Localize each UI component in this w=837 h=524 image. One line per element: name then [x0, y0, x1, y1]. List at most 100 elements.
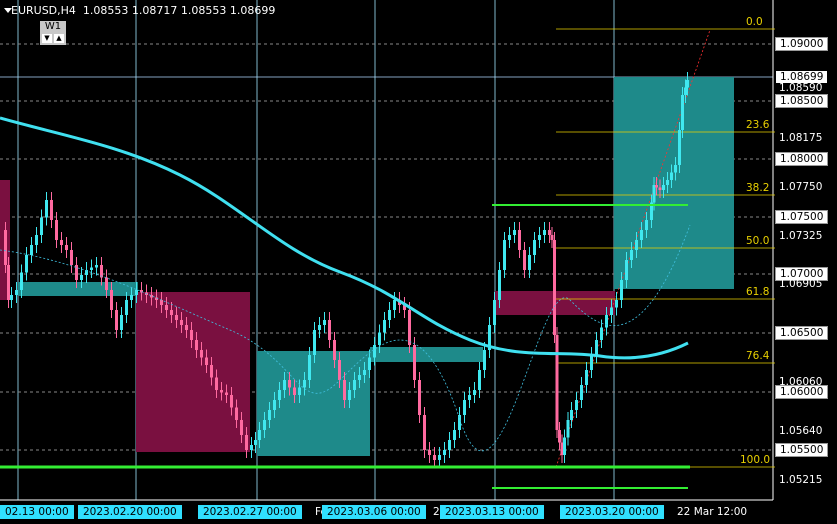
time-label: 2023.02.20 00:00 [78, 505, 182, 519]
candle-body [383, 320, 386, 333]
price-label: 1.08175 [779, 132, 823, 144]
candle-body [555, 335, 559, 430]
candle-body [303, 380, 306, 388]
candle-body [70, 250, 73, 265]
candle-body [328, 320, 331, 340]
candle-body [333, 340, 336, 360]
candle-body [433, 455, 436, 460]
price-label: 1.07500 [775, 210, 829, 224]
candle-body [508, 235, 511, 240]
price-label: 1.07325 [779, 230, 823, 242]
candle-body [250, 445, 253, 450]
candle-body [605, 315, 608, 328]
candle-body [55, 220, 58, 240]
candle-body [10, 295, 13, 300]
candle-body [175, 315, 178, 320]
candle-body [348, 390, 351, 400]
candle-body [473, 390, 476, 395]
price-label: 1.06500 [775, 326, 829, 340]
fib-label: 0.0 [746, 16, 763, 28]
fib-label: 76.4 [746, 350, 770, 362]
candle-body [580, 385, 583, 400]
candle-body [423, 415, 426, 450]
price-label: 1.06905 [779, 278, 823, 290]
zone-rectangle [18, 282, 138, 296]
candle-body [413, 345, 416, 380]
candle-body [458, 415, 461, 430]
candle-body [523, 250, 526, 270]
candle-body [635, 240, 638, 250]
candle-body [373, 345, 376, 358]
candle-body [25, 255, 28, 273]
fib-label: 61.8 [746, 286, 770, 298]
candle-body [553, 240, 556, 335]
candle-body [268, 410, 271, 420]
fib-label: 100.0 [740, 454, 771, 466]
ohlc-values: 1.08553 1.08717 1.08553 1.08699 [82, 4, 276, 17]
candle-body [95, 265, 98, 268]
time-label: 02.13 00:00 [0, 505, 74, 519]
candle-body [240, 420, 243, 435]
candle-body [566, 420, 570, 438]
candle-body [533, 240, 536, 255]
candle-body [652, 185, 656, 203]
candle-body [513, 230, 516, 235]
candle-body [215, 377, 218, 390]
price-label: 1.08590 [779, 82, 823, 94]
candle-body [313, 330, 316, 355]
candle-body [110, 290, 113, 310]
candle-body [686, 80, 689, 88]
candle-body [684, 87, 687, 95]
candle-body [195, 340, 198, 350]
candle-body [254, 440, 257, 445]
candle-body [245, 435, 248, 450]
candle-body [630, 250, 633, 260]
candle-body [90, 267, 93, 270]
candle-body [543, 230, 546, 235]
candle-body [323, 320, 326, 325]
candle-body [45, 200, 48, 218]
candle-body [50, 200, 53, 220]
candle-body [478, 370, 481, 390]
timeframe-up-icon[interactable]: ▲ [54, 34, 64, 43]
candle-body [308, 355, 311, 380]
candle-body [498, 270, 501, 300]
candle-body [125, 300, 128, 315]
time-label: 2023.03.06 00:00 [322, 505, 426, 519]
candle-body [235, 407, 238, 420]
candle-body [483, 350, 486, 370]
candle-body [570, 410, 573, 420]
candle-body [418, 380, 421, 415]
price-label: 1.09000 [775, 37, 829, 51]
candle-body [273, 400, 276, 410]
candle-body [358, 375, 361, 380]
candle-body [165, 305, 168, 310]
price-chart[interactable] [0, 0, 837, 524]
price-label: 1.06000 [775, 385, 829, 399]
candle-body [353, 380, 356, 390]
candle-body [550, 235, 554, 240]
candle-body [288, 380, 291, 388]
candle-body [283, 380, 286, 390]
candle-body [80, 275, 83, 280]
candle-body [600, 327, 603, 340]
candle-body [15, 290, 18, 295]
candle-body [225, 392, 228, 395]
candle-body [190, 330, 193, 340]
fib-label: 50.0 [746, 235, 770, 247]
candle-body [343, 380, 346, 400]
time-label: 2023.02.27 00:00 [198, 505, 302, 519]
candle-body [130, 295, 133, 300]
time-label: 2023.03.13 00:00 [440, 505, 544, 519]
candle-body [318, 325, 321, 330]
moving-average-line [0, 116, 689, 360]
timeframe-widget[interactable]: W1 ▼ ▲ [40, 21, 66, 45]
timeframe-down-icon[interactable]: ▼ [42, 34, 52, 43]
candle-body [666, 180, 669, 185]
price-label: 1.05500 [775, 443, 829, 457]
candle-body [443, 450, 446, 455]
candle-body [620, 280, 623, 300]
candle-body [220, 390, 223, 393]
candle-body [200, 350, 203, 358]
candle-body [263, 420, 266, 430]
